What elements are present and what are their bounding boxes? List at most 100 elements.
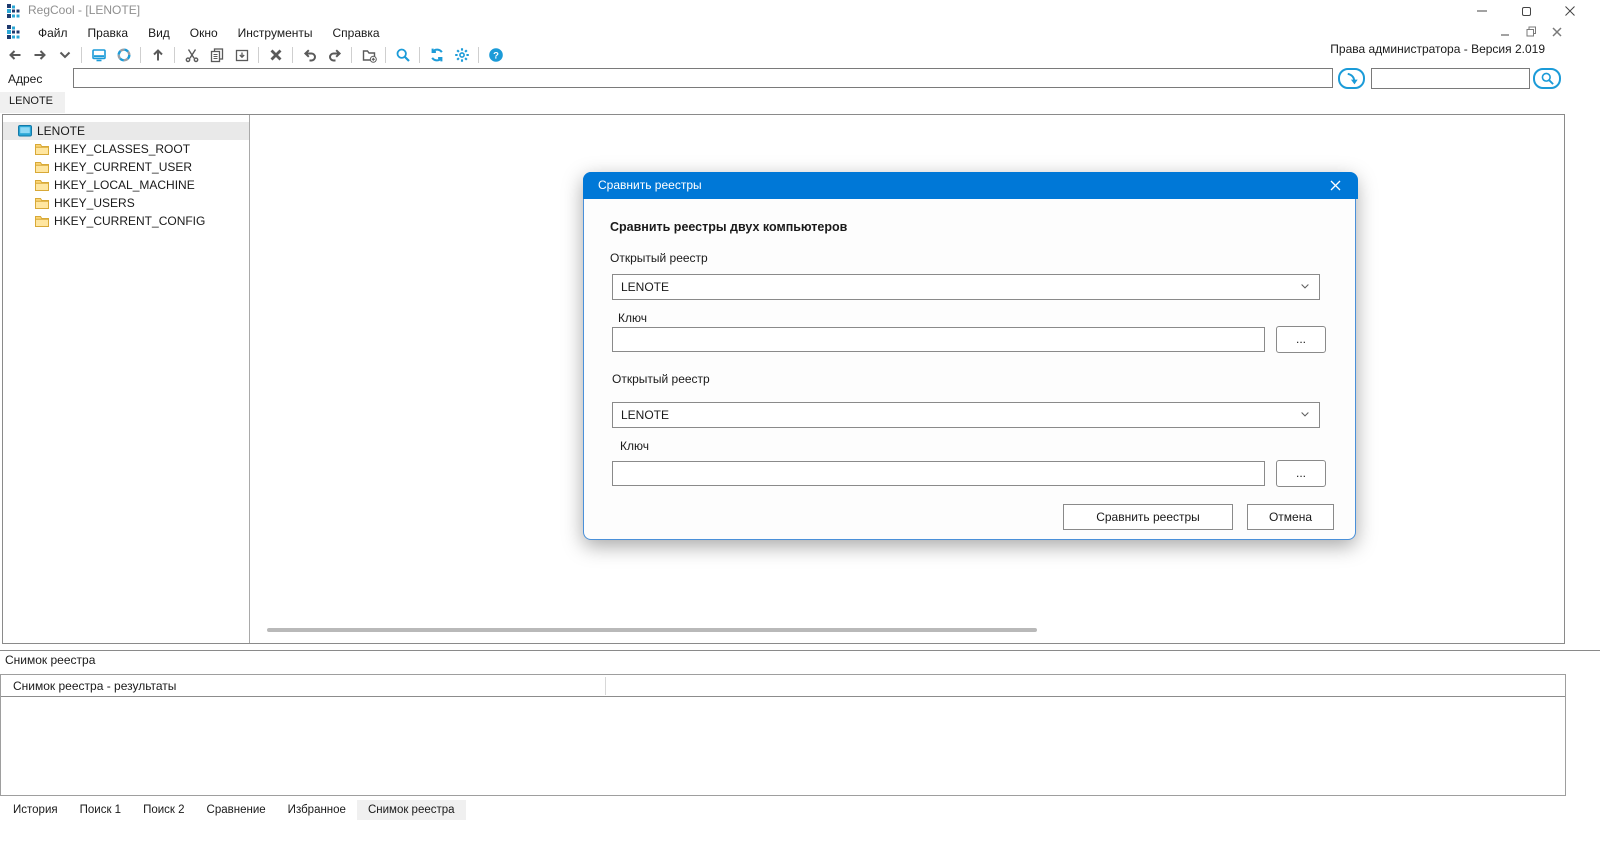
- mdi-child-logo-icon[interactable]: [7, 25, 22, 40]
- registry2-label: Открытый реестр: [612, 372, 710, 386]
- cancel-button[interactable]: Отмена: [1247, 504, 1334, 530]
- toolbar-separator: [385, 46, 386, 63]
- menu-bar: Файл Правка Вид Окно Инструменты Справка: [0, 22, 1600, 43]
- reload-icon: [116, 47, 131, 62]
- back-button[interactable]: [2, 44, 27, 65]
- toolbar-separator: [478, 46, 479, 63]
- folder-icon: [35, 144, 49, 155]
- copy-icon: [210, 47, 223, 62]
- column-divider[interactable]: [605, 677, 606, 695]
- delete-button[interactable]: [263, 44, 288, 65]
- registry1-value: LENOTE: [621, 280, 670, 294]
- snapshot-results-panel: Снимок реестра - результаты: [0, 674, 1566, 796]
- document-tab-lenote[interactable]: LENOTE: [0, 92, 66, 113]
- up-button[interactable]: [145, 44, 170, 65]
- delete-icon: [270, 49, 281, 60]
- redo-button[interactable]: [322, 44, 347, 65]
- menu-справка[interactable]: Справка: [323, 24, 390, 42]
- paste-button[interactable]: [229, 44, 254, 65]
- help-icon: ?: [488, 47, 503, 62]
- bottom-tab-поиск-2[interactable]: Поиск 2: [132, 800, 195, 820]
- horizontal-scrollbar[interactable]: [253, 627, 1562, 633]
- search-button[interactable]: [390, 44, 415, 65]
- minimize-icon[interactable]: [1460, 0, 1504, 22]
- key1-input[interactable]: [612, 327, 1265, 352]
- folder-icon: [35, 216, 49, 227]
- registry2-combobox[interactable]: LENOTE: [612, 402, 1320, 428]
- browse2-button[interactable]: ...: [1276, 460, 1326, 487]
- quick-search-button[interactable]: [1533, 68, 1561, 89]
- bottom-panel-caption: Снимок реестра: [5, 653, 96, 667]
- computer-button[interactable]: [86, 44, 111, 65]
- toolbar-separator: [258, 46, 259, 63]
- bottom-tab-история[interactable]: История: [2, 800, 69, 820]
- back-icon: [8, 49, 20, 60]
- bottom-tab-bar: История Поиск 1 Поиск 2 Сравнение Избранное С…: [2, 800, 466, 820]
- key2-input[interactable]: [612, 461, 1265, 486]
- mdi-restore-icon[interactable]: [1522, 24, 1540, 39]
- bottom-tab-поиск-1[interactable]: Поиск 1: [69, 800, 132, 820]
- scrollbar-thumb[interactable]: [267, 628, 1037, 632]
- results-header-label: Снимок реестра - результаты: [13, 678, 177, 693]
- new-key-icon: [362, 49, 377, 63]
- tree-item-hkey_classes_root[interactable]: HKEY_CLASSES_ROOT: [3, 140, 249, 158]
- quick-search-input[interactable]: [1371, 68, 1530, 89]
- bottom-tab-сравнение[interactable]: Сравнение: [196, 800, 277, 820]
- browse1-button[interactable]: ...: [1276, 326, 1326, 353]
- undo-button[interactable]: [297, 44, 322, 65]
- bottom-tab-снимок-реестра[interactable]: Снимок реестра: [356, 800, 466, 820]
- tree-item-hkey_current_config[interactable]: HKEY_CURRENT_CONFIG: [3, 212, 249, 230]
- compare-registries-button[interactable]: Сравнить реестры: [1063, 504, 1233, 530]
- mdi-minimize-icon[interactable]: [1496, 24, 1514, 39]
- chevron-down-icon: [1299, 408, 1311, 423]
- mdi-close-icon[interactable]: [1548, 24, 1566, 39]
- tree-item-label: HKEY_CURRENT_CONFIG: [54, 214, 206, 228]
- menu-bar-items: Файл Правка Вид Окно Инструменты Справка: [28, 24, 390, 42]
- toolbar-separator: [140, 46, 141, 63]
- tree-item-hkey_local_machine[interactable]: HKEY_LOCAL_MACHINE: [3, 176, 249, 194]
- registry1-combobox[interactable]: LENOTE: [612, 274, 1320, 300]
- tree-item-hkey_current_user[interactable]: HKEY_CURRENT_USER: [3, 158, 249, 176]
- go-arrow-icon: [1347, 72, 1358, 85]
- forward-button[interactable]: [27, 44, 52, 65]
- menu-вид[interactable]: Вид: [138, 24, 180, 42]
- title-bar: RegCool - [LENOTE]: [0, 0, 1600, 22]
- menu-файл[interactable]: Файл: [28, 24, 78, 42]
- tree-item-hkey_users[interactable]: HKEY_USERS: [3, 194, 249, 212]
- chevron-down-icon: [1299, 280, 1311, 295]
- cut-button[interactable]: [179, 44, 204, 65]
- key1-label: Ключ: [618, 311, 647, 325]
- menu-окно[interactable]: Окно: [180, 24, 228, 42]
- dialog-close-icon[interactable]: [1314, 172, 1356, 199]
- new-key-button[interactable]: [356, 44, 381, 65]
- copy-button[interactable]: [204, 44, 229, 65]
- chevron-down-button[interactable]: [52, 44, 77, 65]
- close-icon[interactable]: [1548, 0, 1592, 22]
- settings-button[interactable]: [449, 44, 474, 65]
- menu-правка[interactable]: Правка: [78, 24, 139, 42]
- dialog-heading: Сравнить реестры двух компьютеров: [610, 220, 848, 234]
- refresh-button[interactable]: [424, 44, 449, 65]
- browse2-label: ...: [1295, 466, 1306, 480]
- computer-node-icon: [18, 125, 32, 137]
- go-button[interactable]: [1338, 68, 1365, 89]
- up-icon: [152, 48, 163, 60]
- computer-icon: [91, 48, 106, 61]
- folder-icon: [35, 198, 49, 209]
- browse1-label: ...: [1295, 332, 1306, 346]
- maximize-icon[interactable]: [1504, 0, 1548, 22]
- search-icon: [1541, 72, 1554, 85]
- results-column-header[interactable]: Снимок реестра - результаты: [1, 675, 1565, 697]
- tree-item-label: HKEY_CURRENT_USER: [54, 160, 193, 174]
- bottom-tab-избранное[interactable]: Избранное: [277, 800, 357, 820]
- toolbar-separator: [174, 46, 175, 63]
- reload-button[interactable]: [111, 44, 136, 65]
- search-icon: [396, 48, 410, 62]
- help-button[interactable]: ?: [483, 44, 508, 65]
- paste-icon: [235, 49, 248, 61]
- menu-инструменты[interactable]: Инструменты: [228, 24, 323, 42]
- tree-item-label: HKEY_CLASSES_ROOT: [54, 142, 191, 156]
- folder-icon: [35, 180, 49, 191]
- address-input[interactable]: [73, 68, 1333, 88]
- tree-item-lenote[interactable]: LENOTE: [3, 122, 249, 140]
